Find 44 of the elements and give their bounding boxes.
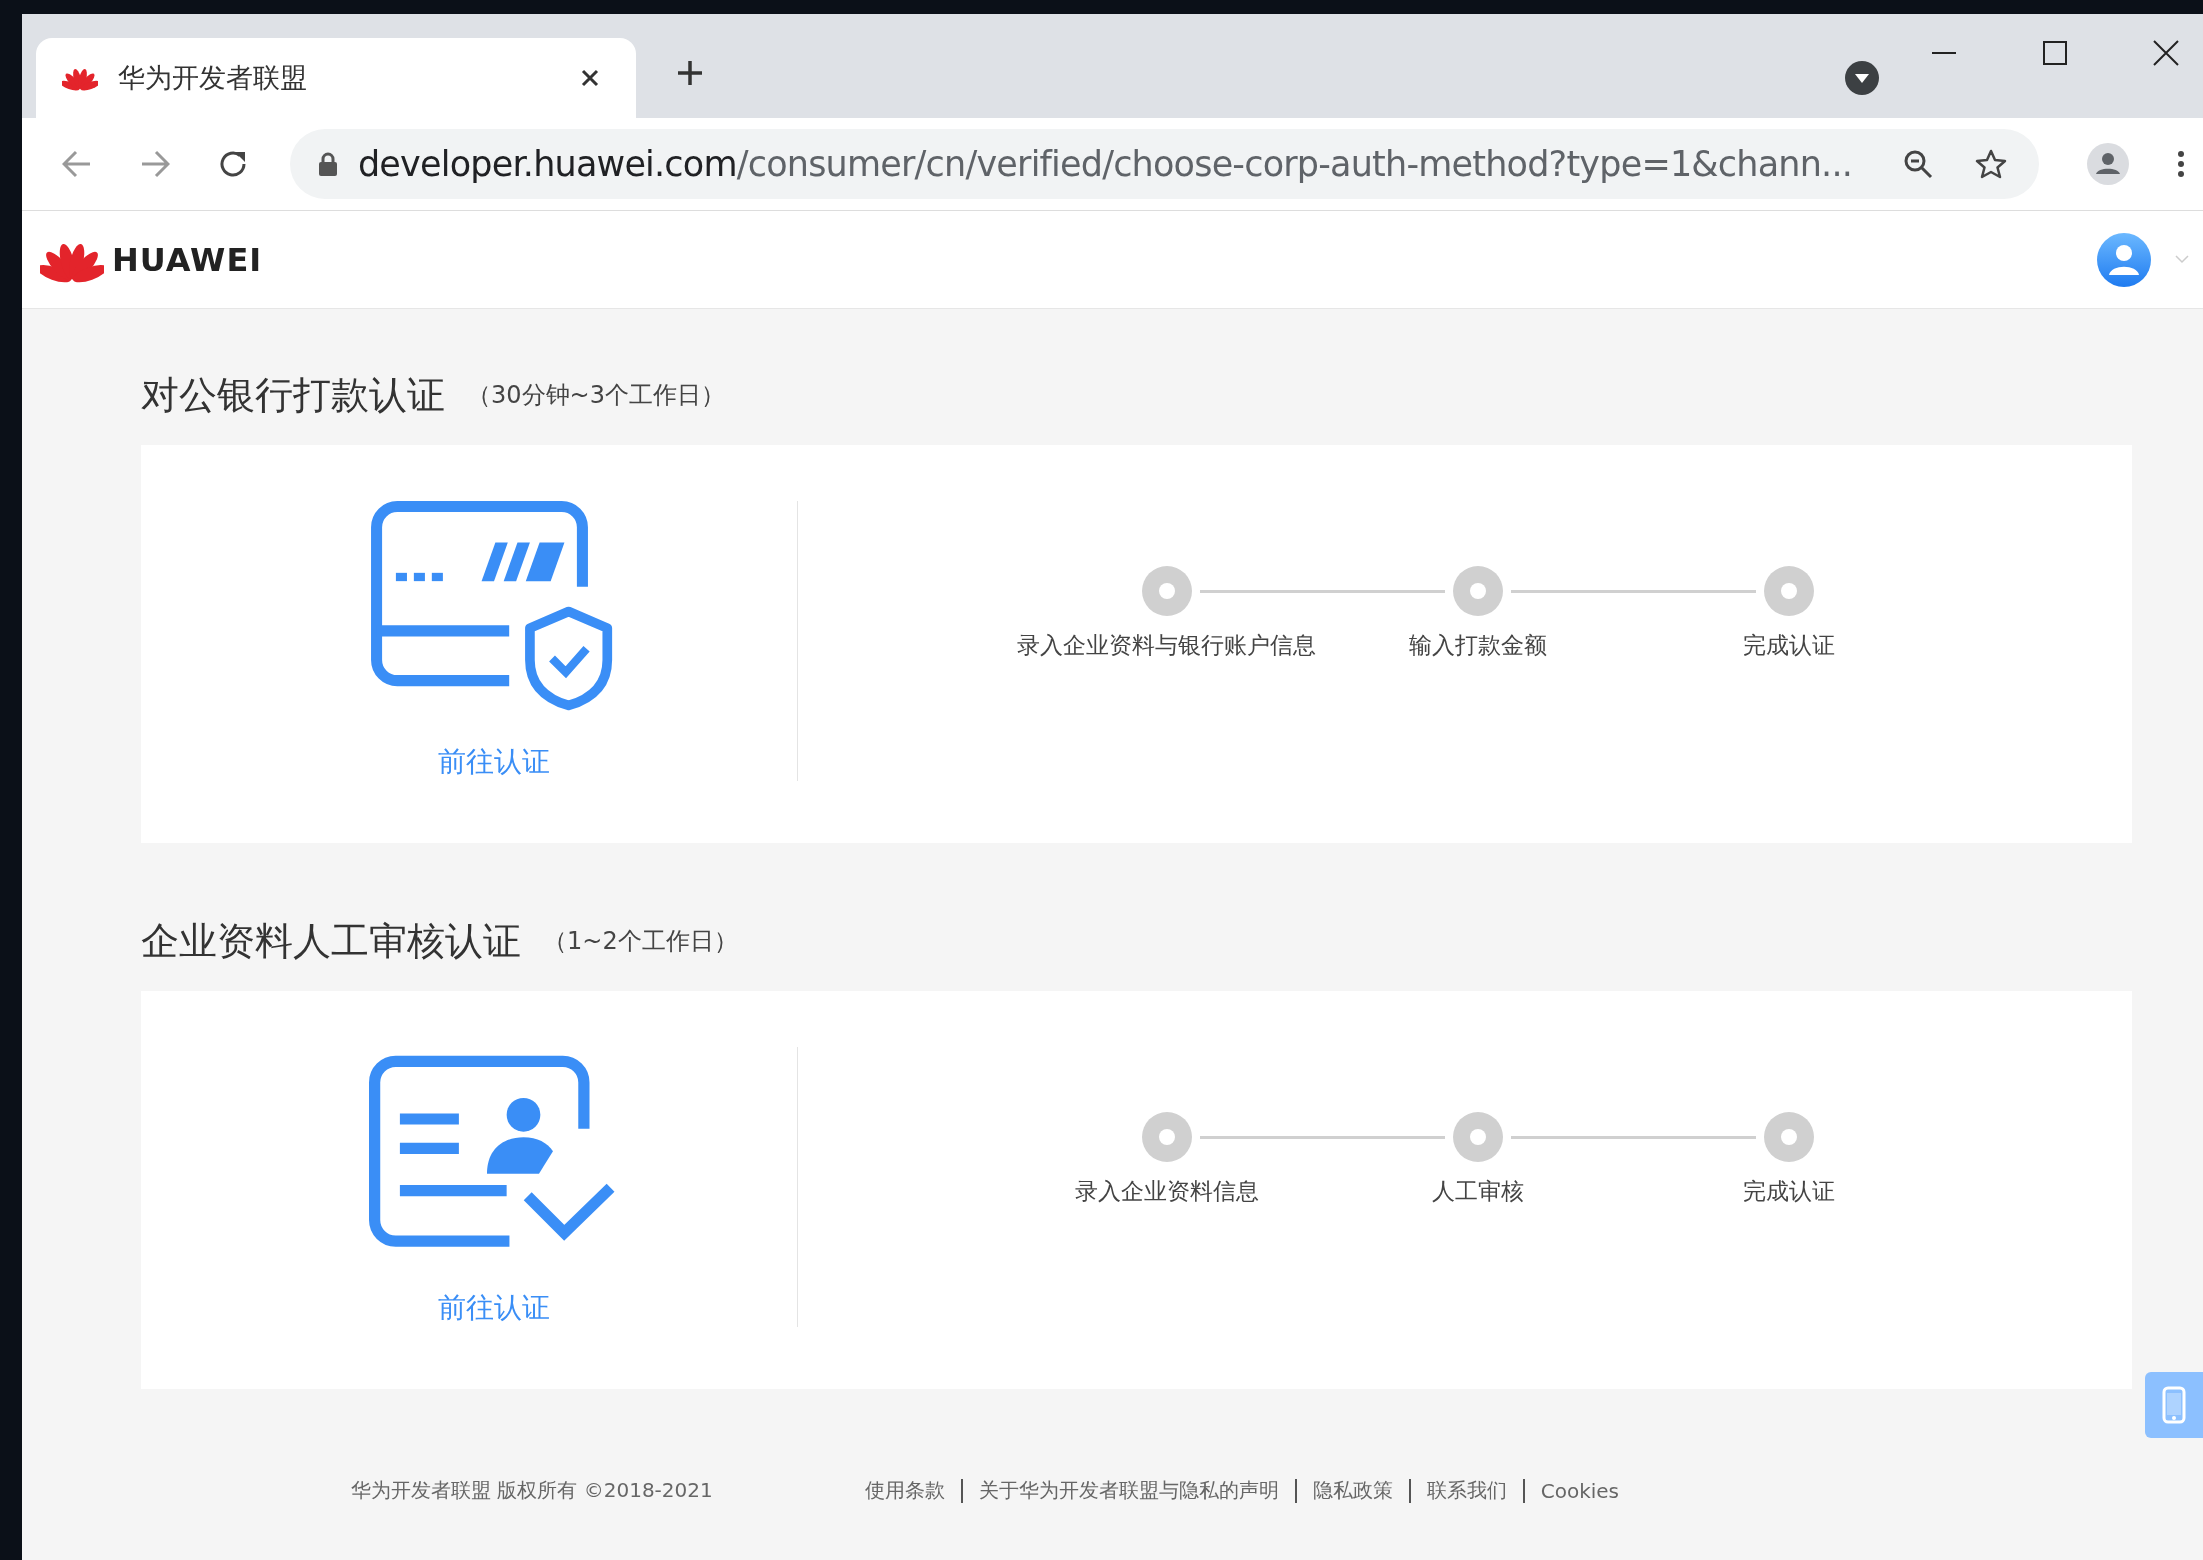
profile-icon[interactable] bbox=[2087, 143, 2129, 185]
step-label: 录入企业资料与银行账户信息 bbox=[1017, 631, 1316, 660]
star-icon[interactable] bbox=[1975, 148, 2008, 180]
verify-link[interactable]: 前往认证 bbox=[438, 1289, 550, 1327]
reload-icon[interactable] bbox=[217, 149, 248, 179]
step-circle-icon bbox=[1763, 566, 1814, 616]
step-label: 完成认证 bbox=[1742, 1177, 1835, 1206]
menu-icon[interactable] bbox=[2177, 150, 2185, 178]
close-icon[interactable] bbox=[580, 68, 600, 88]
footer-link[interactable]: 关于华为开发者联盟与隐私的声明 bbox=[978, 1477, 1279, 1504]
dropdown-icon[interactable] bbox=[1845, 61, 1879, 95]
lock-icon bbox=[317, 152, 338, 176]
close-icon[interactable] bbox=[2153, 40, 2179, 66]
section-title: 对公银行打款认证 bbox=[141, 371, 445, 419]
phone-icon bbox=[2162, 1386, 2186, 1424]
zoom-icon[interactable] bbox=[1903, 149, 1934, 179]
copyright-text: 华为开发者联盟 版权所有 ©2018-2021 bbox=[351, 1477, 713, 1504]
step-label: 输入打款金额 bbox=[1408, 631, 1547, 660]
step-circle-icon bbox=[1452, 566, 1503, 616]
tab-title: 华为开发者联盟 bbox=[118, 61, 308, 95]
avatar-icon[interactable] bbox=[2097, 232, 2151, 287]
maximize-icon[interactable] bbox=[2042, 40, 2068, 66]
step-circle-icon bbox=[1452, 1112, 1503, 1162]
address-bar[interactable]: developer.huawei.com/consumer/cn/verified/choose-corp-auth-method?type=1&chann... bbox=[289, 129, 2040, 199]
footer-link[interactable]: Cookies bbox=[1540, 1478, 1620, 1503]
step-label: 录入企业资料信息 bbox=[1074, 1177, 1259, 1206]
forward-arrow-icon[interactable] bbox=[140, 150, 170, 178]
duration-text: （30分钟~3个工作日） bbox=[467, 380, 725, 411]
footer-link[interactable]: 使用条款 bbox=[864, 1477, 945, 1504]
browser-tab[interactable]: 华为开发者联盟 bbox=[36, 38, 636, 118]
step-circle-icon bbox=[1763, 1112, 1814, 1162]
step-label: 人工审核 bbox=[1431, 1177, 1524, 1206]
duration-text: （1~2个工作日） bbox=[543, 926, 738, 957]
step-circle-icon bbox=[1141, 566, 1192, 616]
url-text: developer.huawei.com/consumer/cn/verified/choose-corp-auth-method?type=1&chann... bbox=[357, 144, 1853, 184]
plus-icon[interactable] bbox=[676, 59, 704, 87]
section-title: 企业资料人工审核认证 bbox=[141, 917, 521, 965]
verify-link[interactable]: 前往认证 bbox=[438, 743, 550, 781]
step-label: 完成认证 bbox=[1742, 631, 1835, 660]
step-circle-icon bbox=[1141, 1112, 1192, 1162]
footer-link[interactable]: 联系我们 bbox=[1426, 1477, 1507, 1504]
footer-link[interactable]: 隐私政策 bbox=[1312, 1477, 1393, 1504]
back-arrow-icon[interactable] bbox=[62, 150, 92, 178]
logo-text: HUAWEI bbox=[112, 240, 263, 279]
